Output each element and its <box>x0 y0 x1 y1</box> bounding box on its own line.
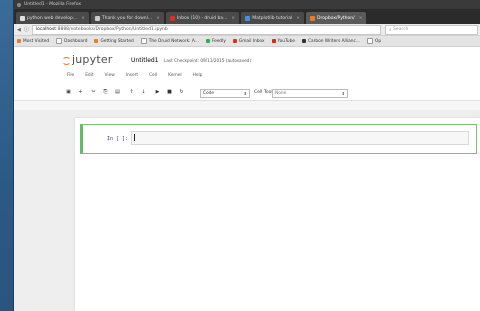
notebook-menubar: File Edit View Insert Cell Kernel Help <box>67 73 213 78</box>
close-window-icon[interactable] <box>17 2 21 7</box>
notebook-toolbar: ▣ + ✂ ⎘ ▤ ↑ ↓ ▶ ■ ↻ Code ⬍ Cell Toolbar:… <box>14 87 480 101</box>
close-tab-icon[interactable]: × <box>231 16 235 21</box>
firefox-window: Untitled1 - Mozilla Firefox python web d… <box>13 0 480 311</box>
url-bar[interactable]: localhost :8888/notebooks/Dropbox/Python… <box>31 24 381 35</box>
run-icon[interactable]: ▶ <box>154 89 161 96</box>
page-icon <box>56 38 63 44</box>
close-tab-icon[interactable]: × <box>296 16 300 21</box>
paste-icon[interactable]: ▤ <box>114 89 121 96</box>
cell-type-select[interactable]: Code ⬍ <box>200 89 250 98</box>
notebook-area: In [ ]: <box>14 110 480 311</box>
tab-dropbox-python[interactable]: Dropbox/Python/ × <box>306 12 367 24</box>
bookmark-druid-network[interactable]: The Druid Network: A... <box>140 38 199 44</box>
search-input[interactable]: ⌕ Search <box>385 24 478 35</box>
gmail-icon <box>232 39 237 43</box>
close-tab-icon[interactable]: × <box>359 16 363 21</box>
jupyter-logo-icon <box>62 55 71 65</box>
menu-cell[interactable]: Cell <box>149 73 157 78</box>
cell-toolbar-value: None <box>275 91 287 96</box>
menu-file[interactable]: File <box>67 73 74 78</box>
window-titlebar: Untitled1 - Mozilla Firefox <box>14 0 480 9</box>
menu-insert[interactable]: Insert <box>126 73 138 78</box>
copy-icon[interactable]: ⎘ <box>102 89 109 96</box>
bookmark-carbon-writers[interactable]: Carbon Writers Allianc... <box>302 39 360 44</box>
window-title: Untitled1 - Mozilla Firefox <box>24 2 81 7</box>
cell-type-value: Code <box>203 91 215 96</box>
text-cursor <box>134 134 135 141</box>
tab-label: Inbox (10) - druid ba... <box>176 15 228 21</box>
close-tab-icon[interactable]: × <box>81 16 85 21</box>
cut-icon[interactable]: ✂ <box>90 89 97 96</box>
youtube-icon <box>271 39 276 43</box>
jupyter-header: jupyter Untitled1 Last Checkpoint: 09/11… <box>14 47 480 87</box>
code-input[interactable] <box>131 131 469 145</box>
bookmark-icon <box>17 39 21 43</box>
tab-matplotlib[interactable]: Matplotlib tutorial × <box>241 12 305 24</box>
tab-strip: python web develop... × Thank you for do… <box>14 9 480 24</box>
tab-python-web[interactable]: python web develop... × <box>16 12 89 24</box>
bookmark-youtube[interactable]: YouTube <box>271 39 295 44</box>
bookmark-dashboard[interactable]: Dashboard <box>56 38 87 44</box>
firefox-icon <box>94 39 99 43</box>
chevron-down-icon: ⬍ <box>341 91 345 96</box>
page-icon <box>140 38 147 44</box>
menu-view[interactable]: View <box>105 73 115 78</box>
bookmark-getting-started[interactable]: Getting Started <box>94 39 134 44</box>
back-arrow-icon[interactable]: ◀ <box>17 27 21 33</box>
save-icon[interactable]: ▣ <box>65 89 72 96</box>
page-favicon-icon <box>94 15 100 21</box>
move-up-icon[interactable]: ↑ <box>128 89 135 96</box>
jupyter-logo-text: jupyter <box>72 53 113 66</box>
menu-help[interactable]: Help <box>193 73 203 78</box>
menu-kernel[interactable]: Kernel <box>168 73 182 78</box>
x-icon <box>302 39 307 43</box>
jupyter-logo[interactable]: jupyter <box>62 53 113 66</box>
feedly-icon <box>205 39 210 43</box>
cell-toolbar-select[interactable]: None ⬍ <box>272 89 348 98</box>
page-favicon-icon <box>245 15 251 21</box>
page-icon <box>366 38 373 44</box>
navigation-bar: ◀ ⓘ localhost :8888/notebooks/Dropbox/Py… <box>14 24 480 36</box>
bookmarks-toolbar: Most Visited Dashboard Getting Started T… <box>14 36 480 47</box>
jupyter-favicon-icon <box>310 15 316 21</box>
notebook-page: In [ ]: <box>75 118 480 311</box>
code-cell[interactable]: In [ ]: <box>80 124 477 154</box>
plus-icon[interactable]: + <box>77 89 84 96</box>
bookmark-most-visited[interactable]: Most Visited <box>17 39 49 44</box>
url-path: :8888/notebooks/Dropbox/Python/Untitled1… <box>56 27 168 32</box>
tab-label: Matplotlib tutorial <box>252 15 293 21</box>
notebook-name[interactable]: Untitled1 <box>131 57 159 64</box>
bookmark-feedly[interactable]: Feedly <box>205 39 226 44</box>
move-down-icon[interactable]: ↓ <box>140 89 147 96</box>
tab-label: Dropbox/Python/ <box>317 15 355 21</box>
gmail-icon <box>169 15 175 21</box>
checkpoint-status: Last Checkpoint: 09/11/2015 (autosaved) <box>164 58 251 63</box>
tab-inbox[interactable]: Inbox (10) - druid ba... × <box>165 12 240 24</box>
stop-icon[interactable]: ■ <box>166 89 173 96</box>
tab-thank-you[interactable]: Thank you for downl... × <box>90 12 164 24</box>
tab-label: python web develop... <box>27 15 78 21</box>
menu-edit[interactable]: Edit <box>85 73 93 78</box>
url-host: localhost <box>35 27 57 32</box>
restart-icon[interactable]: ↻ <box>178 89 185 96</box>
close-tab-icon[interactable]: × <box>156 16 160 21</box>
bookmark-gmail[interactable]: Gmail Inbox <box>232 39 265 44</box>
page-favicon-icon <box>20 15 25 21</box>
info-icon[interactable]: ⓘ <box>24 26 29 33</box>
chevron-down-icon: ⬍ <box>243 91 247 96</box>
bookmark-op[interactable]: Op <box>366 38 381 44</box>
search-placeholder: Search <box>392 27 409 32</box>
input-prompt: In [ ]: <box>107 136 129 142</box>
tab-label: Thank you for downl... <box>101 15 153 21</box>
